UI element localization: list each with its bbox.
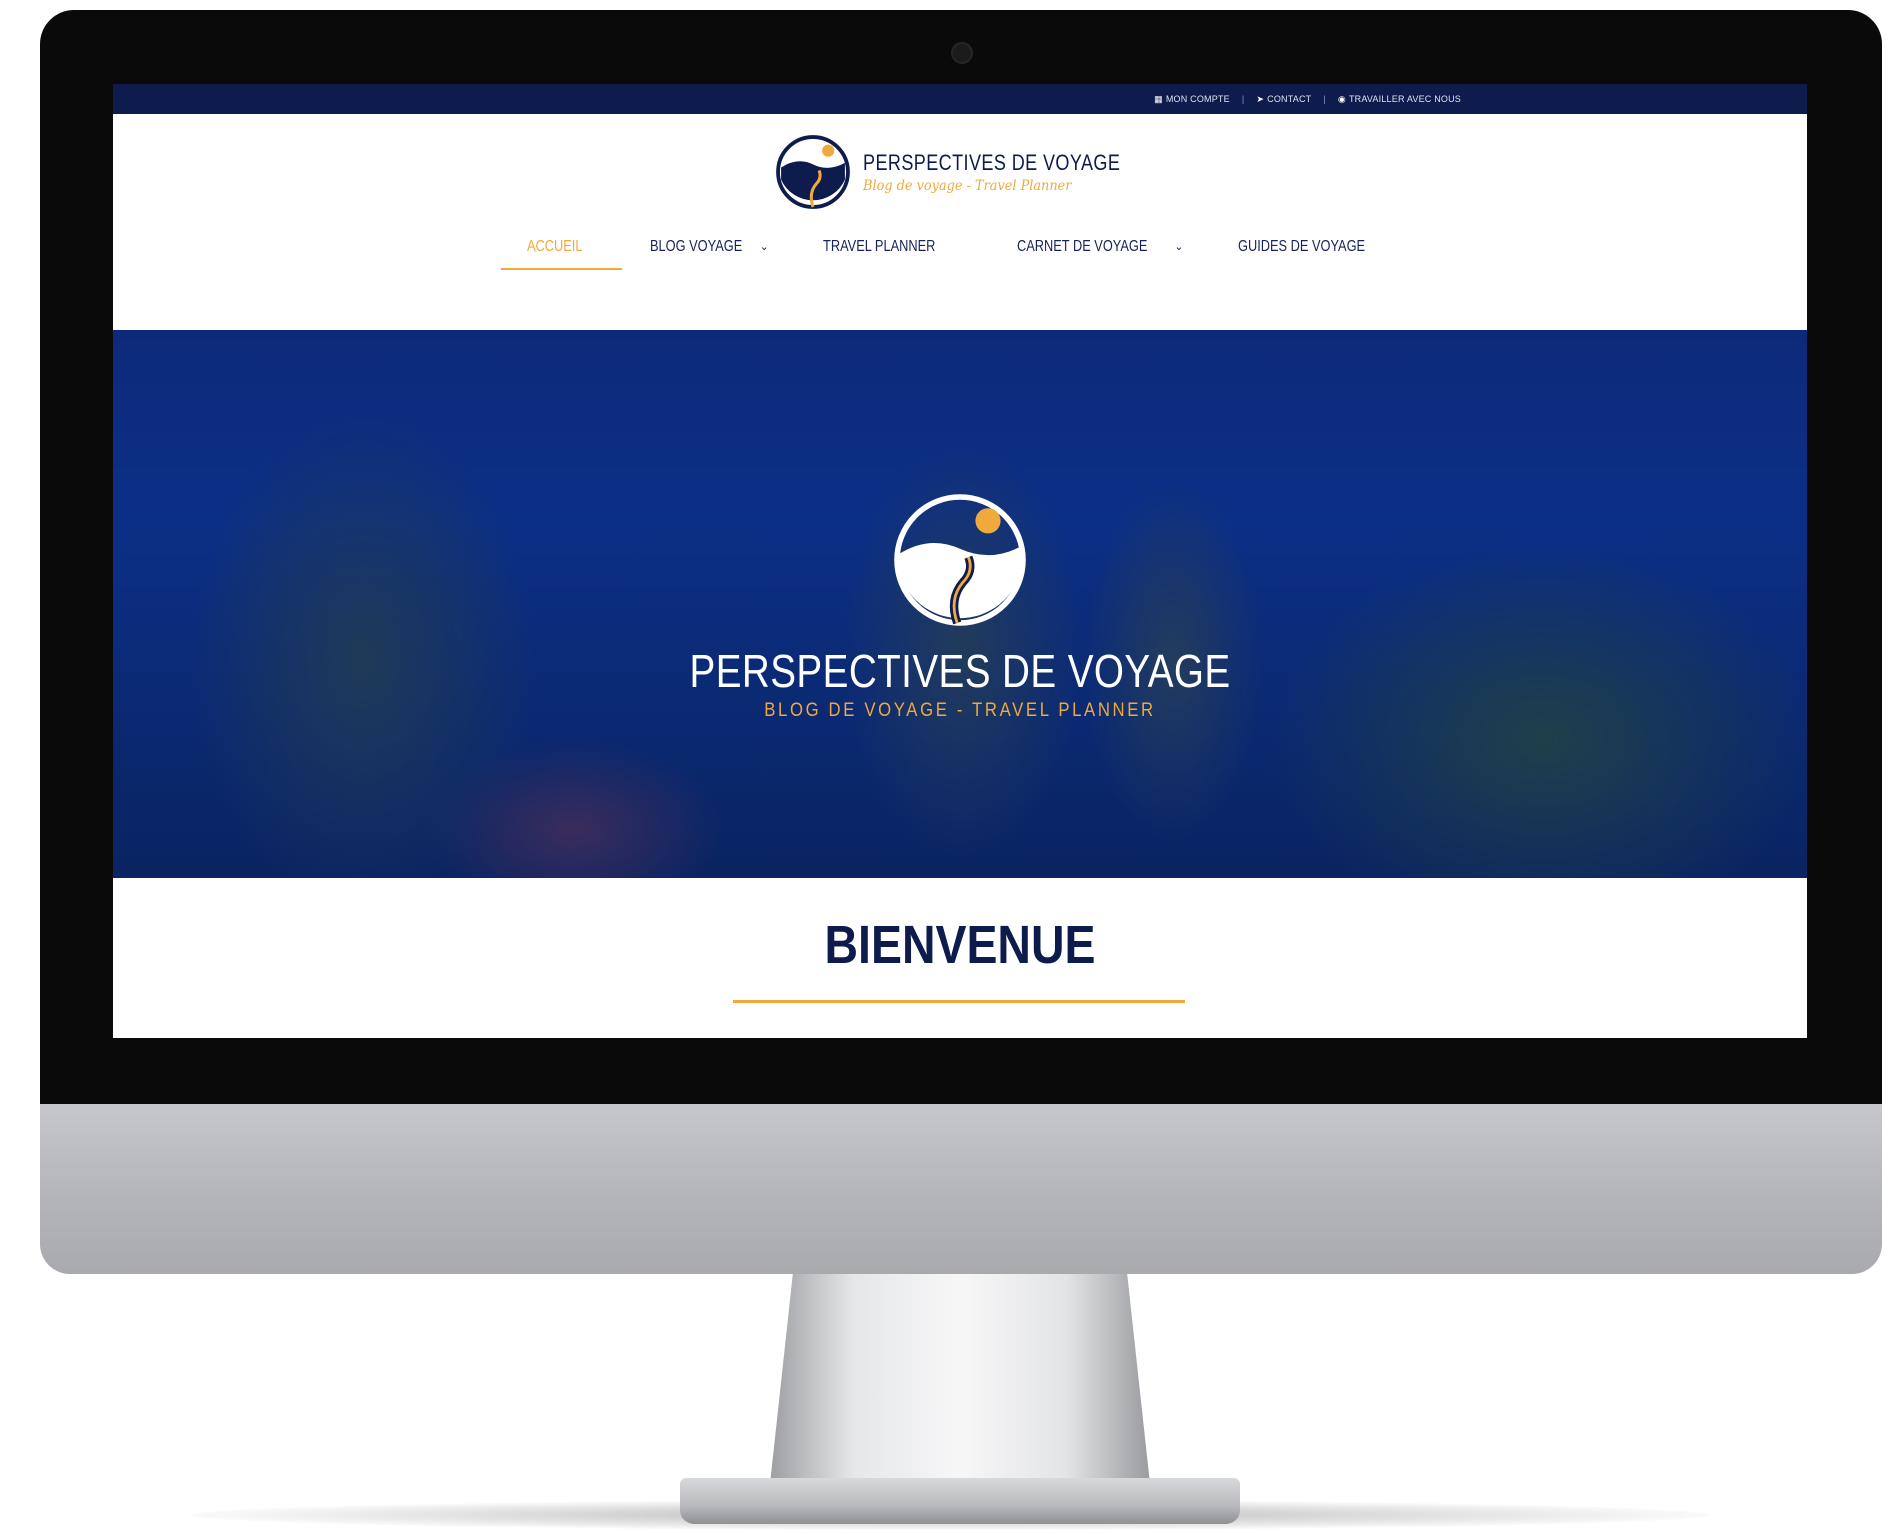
brand-name: PERSPECTIVES DE VOYAGE: [863, 150, 1121, 175]
contact-link[interactable]: ➤ CONTACT: [1256, 94, 1311, 105]
top-utility-bar: ▦ MON COMPTE | ➤ CONTACT | ◉ TRAVAILLER …: [113, 84, 1807, 114]
paper-plane-icon: ➤: [1256, 93, 1265, 104]
nav-item-label: GUIDES DE VOYAGE: [1237, 238, 1365, 255]
account-link[interactable]: ▦ MON COMPTE: [1154, 94, 1230, 105]
nav-item-label: CARNET DE VOYAGE: [1017, 238, 1148, 255]
hero-content: PERSPECTIVES DE VOYAGE BLOG DE VOYAGE - …: [113, 490, 1807, 722]
nav-item-carnet-de-voyage[interactable]: CARNET DE VOYAGE ⌄: [1017, 238, 1183, 278]
nav-item-blog-voyage[interactable]: BLOG VOYAGE ⌄: [650, 238, 769, 278]
hero-banner: PERSPECTIVES DE VOYAGE BLOG DE VOYAGE - …: [113, 330, 1807, 878]
monitor-stand-base: [680, 1478, 1240, 1524]
webcam-icon: [951, 42, 973, 64]
account-link-label: MON COMPTE: [1165, 94, 1230, 104]
nav-item-accueil[interactable]: ACCUEIL: [500, 238, 623, 278]
globe-icon: ◉: [1337, 93, 1346, 104]
site-brand[interactable]: PERSPECTIVES DE VOYAGE Blog de voyage - …: [775, 134, 1177, 210]
book-icon: ▦: [1154, 93, 1163, 104]
monitor-chin: [40, 1104, 1882, 1274]
road-sun-circle-logo: [776, 135, 850, 209]
work-with-us-link[interactable]: ◉ TRAVAILLER AVEC NOUS: [1338, 94, 1461, 105]
divider: |: [1241, 94, 1245, 104]
hero-title: PERSPECTIVES DE VOYAGE: [689, 645, 1231, 697]
hero-subtitle: BLOG DE VOYAGE - TRAVEL PLANNER: [764, 700, 1156, 721]
utility-links: ▦ MON COMPTE | ➤ CONTACT | ◉ TRAVAILLER …: [1154, 84, 1461, 114]
brand-tagline: Blog de voyage - Travel Planner: [863, 178, 1072, 194]
work-with-us-link-label: TRAVAILLER AVEC NOUS: [1348, 94, 1461, 104]
chevron-down-icon: ⌄: [1174, 241, 1184, 253]
nav-item-label: BLOG VOYAGE: [650, 238, 743, 255]
nav-item-label: ACCUEIL: [527, 238, 583, 255]
nav-item-guides-de-voyage[interactable]: GUIDES DE VOYAGE: [1238, 238, 1397, 278]
brand-text: PERSPECTIVES DE VOYAGE Blog de voyage - …: [863, 150, 1177, 194]
welcome-title: BIENVENUE: [824, 915, 1096, 975]
site-header: PERSPECTIVES DE VOYAGE Blog de voyage - …: [113, 114, 1807, 330]
divider: |: [1323, 94, 1326, 104]
welcome-section: BIENVENUE: [113, 878, 1807, 1038]
nav-item-label: TRAVEL PLANNER: [822, 238, 936, 255]
contact-link-label: CONTACT: [1267, 94, 1312, 104]
monitor-stand: [770, 1274, 1150, 1484]
welcome-divider: [733, 1000, 1185, 1003]
chevron-down-icon: ⌄: [759, 241, 769, 253]
main-nav: ACCUEIL BLOG VOYAGE ⌄ TRAVEL PLANNER CAR…: [500, 238, 1450, 278]
nav-item-travel-planner[interactable]: TRAVEL PLANNER: [823, 238, 963, 278]
road-sun-circle-logo: [894, 494, 1026, 626]
website-screen: ▦ MON COMPTE | ➤ CONTACT | ◉ TRAVAILLER …: [113, 84, 1807, 1038]
